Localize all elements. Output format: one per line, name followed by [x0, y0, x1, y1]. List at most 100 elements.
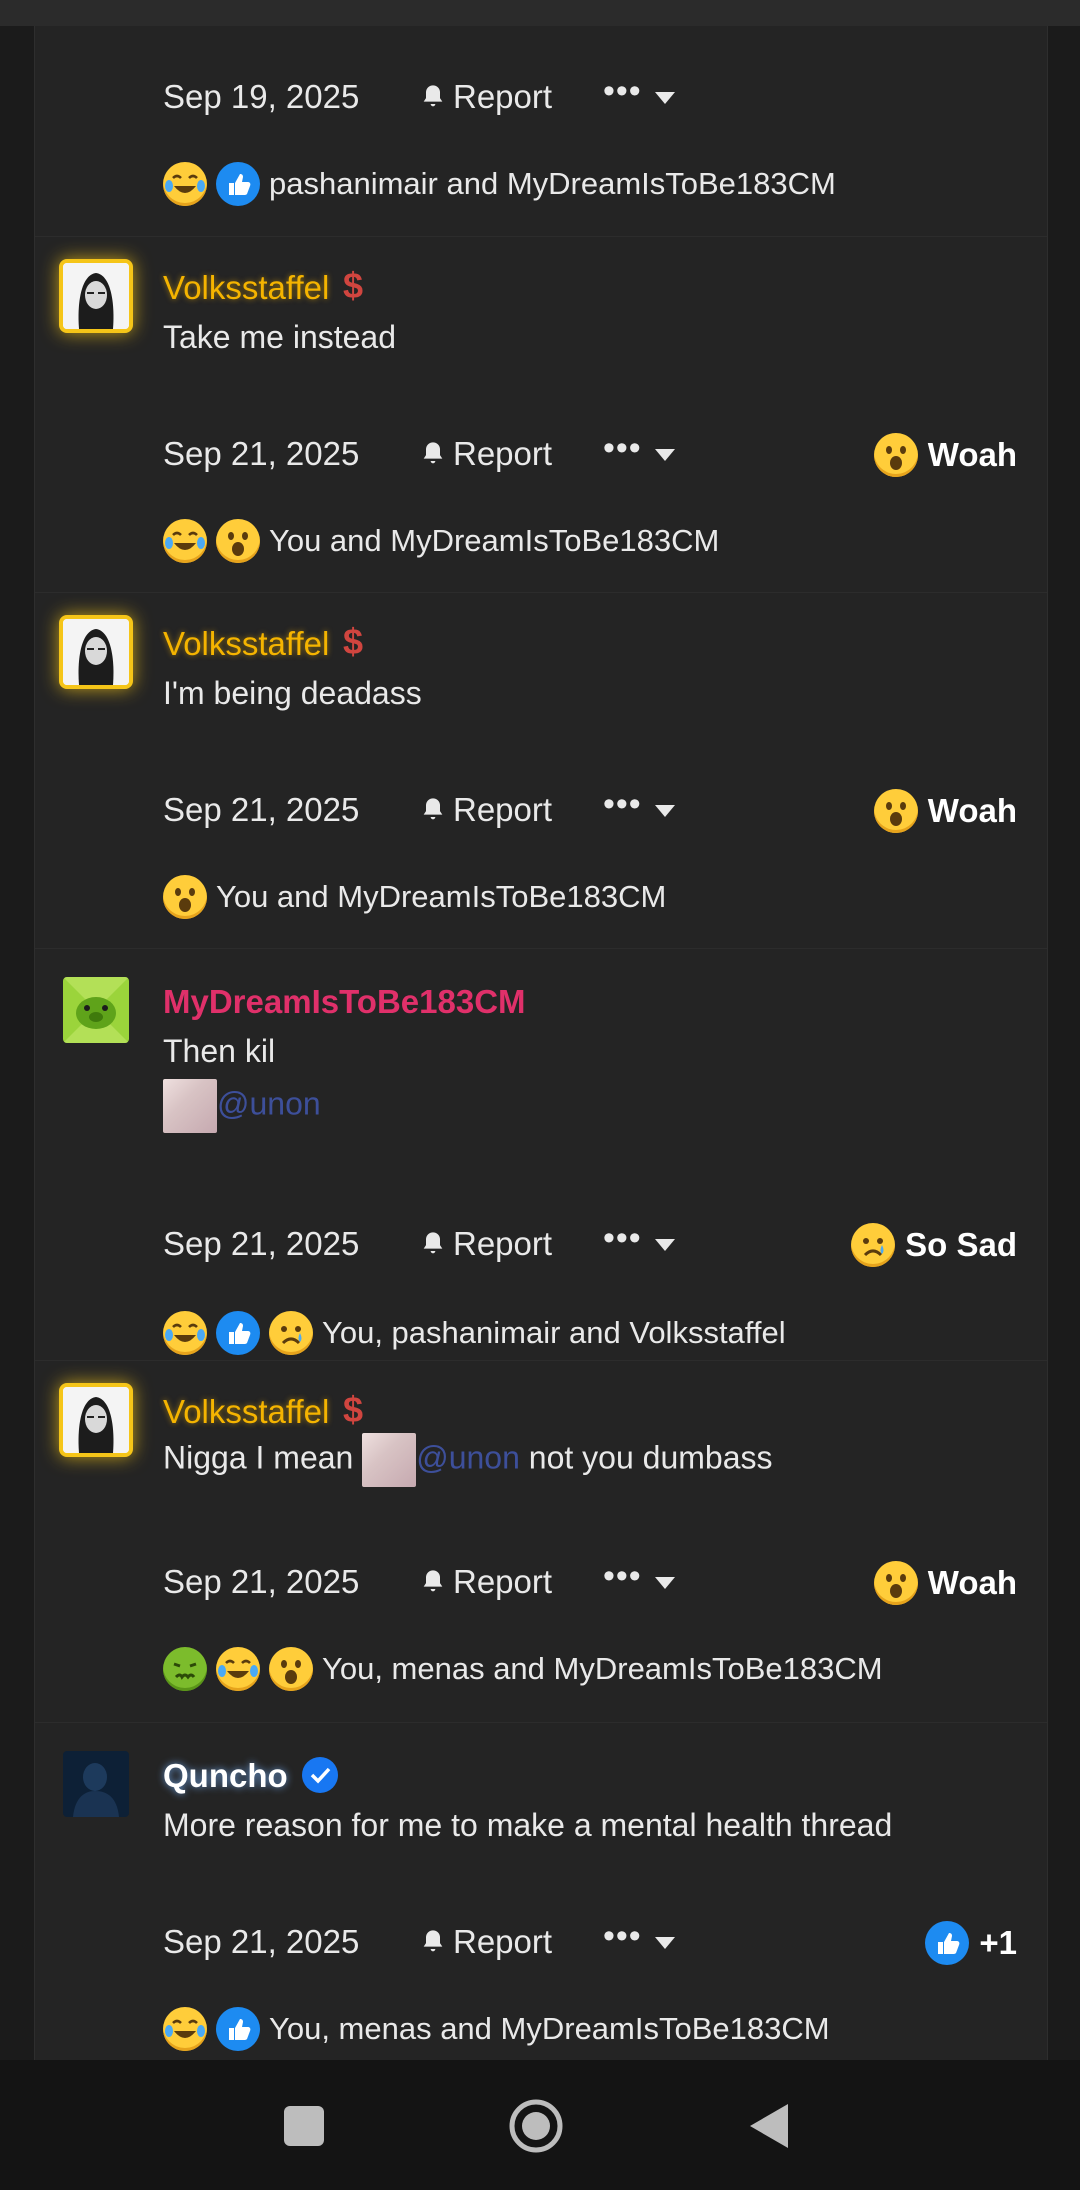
thumbs-up-icon — [925, 1921, 970, 1965]
username[interactable]: MyDreamIsToBe183CM — [163, 983, 526, 1021]
username[interactable]: Quncho — [163, 1757, 288, 1795]
avatar[interactable] — [63, 977, 129, 1043]
reaction-button[interactable]: +1 — [925, 1921, 1017, 1965]
bell-icon — [423, 798, 443, 820]
chevron-down-icon[interactable] — [655, 1577, 675, 1589]
avatar[interactable] — [63, 1387, 129, 1453]
reaction-label: Woah — [927, 436, 1017, 473]
report-label: Report — [453, 791, 553, 828]
message-text: not you dumbass — [528, 1439, 773, 1476]
reaction-button[interactable]: Woah — [873, 433, 1017, 477]
avatar[interactable] — [63, 619, 129, 685]
post-item: Quncho More reason for me to make a ment… — [35, 1722, 1047, 2061]
reaction-button[interactable]: Woah — [873, 789, 1017, 833]
laughing-emoji-icon — [216, 1647, 260, 1691]
username[interactable]: Volksstaffel — [163, 1393, 329, 1431]
chevron-down-icon[interactable] — [655, 449, 675, 461]
mention-avatar — [163, 1079, 217, 1133]
chevron-down-icon[interactable] — [655, 1937, 675, 1949]
post-message: I'm being deadass — [163, 675, 422, 711]
reaction-summary[interactable]: You and MyDreamIsToBe183CM — [163, 517, 719, 565]
avatar[interactable] — [63, 263, 129, 329]
verified-badge-icon — [302, 1757, 338, 1793]
avatar[interactable] — [63, 1751, 129, 1817]
report-label: Report — [453, 435, 553, 472]
reaction-label: +1 — [979, 1924, 1017, 1961]
reaction-summary[interactable]: You, menas and MyDreamIsToBe183CM — [163, 2005, 830, 2053]
post-date[interactable]: Sep 21, 2025 — [163, 1923, 359, 1961]
chevron-down-icon[interactable] — [655, 92, 675, 104]
back-icon[interactable] — [742, 2098, 798, 2154]
report-label: Report — [453, 1923, 553, 1960]
user-silhouette-icon — [63, 1751, 129, 1817]
user-portrait-icon — [63, 1387, 129, 1453]
post-item: Volksstaffel $ Nigga I mean @unon not yo… — [35, 1360, 1047, 1723]
report-button[interactable]: Report — [419, 78, 552, 116]
post-date[interactable]: Sep 21, 2025 — [163, 1225, 359, 1263]
report-button[interactable]: Report — [419, 1225, 552, 1263]
wow-emoji-icon — [269, 1647, 313, 1691]
reactors-text: You and MyDreamIsToBe183CM — [269, 523, 720, 558]
laughing-emoji-icon — [163, 162, 207, 206]
user-mention[interactable]: @unon — [217, 1085, 321, 1121]
more-options-icon[interactable]: ••• — [603, 72, 642, 111]
reactors-text: You and MyDreamIsToBe183CM — [216, 879, 667, 914]
post-item: Volksstaffel $ Take me instead Sep 21, 2… — [35, 236, 1047, 593]
thumbs-up-icon — [216, 162, 260, 206]
report-button[interactable]: Report — [419, 1923, 552, 1961]
post-date[interactable]: Sep 21, 2025 — [163, 791, 359, 829]
more-options-icon[interactable]: ••• — [603, 1917, 642, 1956]
reaction-summary[interactable]: You and MyDreamIsToBe183CM — [163, 873, 666, 921]
reaction-summary[interactable]: You, menas and MyDreamIsToBe183CM — [163, 1645, 883, 1693]
report-button[interactable]: Report — [419, 791, 552, 829]
report-button[interactable]: Report — [419, 435, 552, 473]
laughing-emoji-icon — [163, 1311, 207, 1355]
post-item: MyDreamIsToBe183CM Then kil @unon Sep 21… — [35, 948, 1047, 1361]
more-options-icon[interactable]: ••• — [603, 1557, 642, 1596]
green-pig-avatar-icon — [63, 977, 129, 1043]
post-message: More reason for me to make a mental heal… — [163, 1807, 893, 1843]
report-label: Report — [453, 1225, 553, 1262]
home-icon[interactable] — [508, 2098, 564, 2154]
more-options-icon[interactable]: ••• — [603, 785, 642, 824]
more-options-icon[interactable]: ••• — [603, 1219, 642, 1258]
user-portrait-icon — [63, 263, 129, 329]
sick-emoji-icon — [163, 1647, 207, 1691]
reaction-summary[interactable]: You, pashanimair and Volksstaffel — [163, 1309, 786, 1357]
chevron-down-icon[interactable] — [655, 1239, 675, 1251]
bell-icon — [423, 1930, 443, 1952]
message-text: Nigga I mean — [163, 1439, 354, 1476]
reaction-label: Woah — [927, 1564, 1017, 1601]
reaction-summary[interactable]: pashanimair and MyDreamIsToBe183CM — [163, 160, 836, 208]
user-mention[interactable]: @unon — [416, 1439, 520, 1475]
bell-icon — [423, 85, 443, 107]
sad-emoji-icon — [269, 1311, 313, 1355]
username[interactable]: Volksstaffel — [163, 625, 329, 663]
mention-avatar — [362, 1433, 417, 1487]
bell-icon — [423, 442, 443, 464]
reaction-label: Woah — [927, 792, 1017, 829]
report-label: Report — [453, 78, 553, 115]
post-date[interactable]: Sep 19, 2025 — [163, 78, 359, 116]
post-partial: Sep 19, 2025 Report ••• pashanimair and … — [35, 26, 1047, 237]
post-date[interactable]: Sep 21, 2025 — [163, 435, 359, 473]
wow-emoji-icon — [216, 519, 260, 563]
reaction-button[interactable]: So Sad — [851, 1223, 1017, 1267]
recent-apps-icon[interactable] — [276, 2098, 332, 2154]
post-message: Take me instead — [163, 319, 397, 355]
laughing-emoji-icon — [163, 519, 207, 563]
wow-emoji-icon — [163, 875, 207, 919]
wow-emoji-icon — [873, 789, 918, 833]
thumbs-up-icon — [216, 1311, 260, 1355]
report-button[interactable]: Report — [419, 1563, 552, 1601]
bell-icon — [423, 1232, 443, 1254]
post-message: Nigga I mean @unon not you dumbass — [163, 1433, 772, 1487]
post-item: Volksstaffel $ I'm being deadass Sep 21,… — [35, 592, 1047, 949]
post-date[interactable]: Sep 21, 2025 — [163, 1563, 359, 1601]
wow-emoji-icon — [873, 433, 918, 477]
reaction-button[interactable]: Woah — [873, 1561, 1017, 1605]
reactors-text: pashanimair and MyDreamIsToBe183CM — [269, 166, 836, 201]
more-options-icon[interactable]: ••• — [603, 429, 642, 468]
chevron-down-icon[interactable] — [655, 805, 675, 817]
username[interactable]: Volksstaffel — [163, 269, 329, 307]
